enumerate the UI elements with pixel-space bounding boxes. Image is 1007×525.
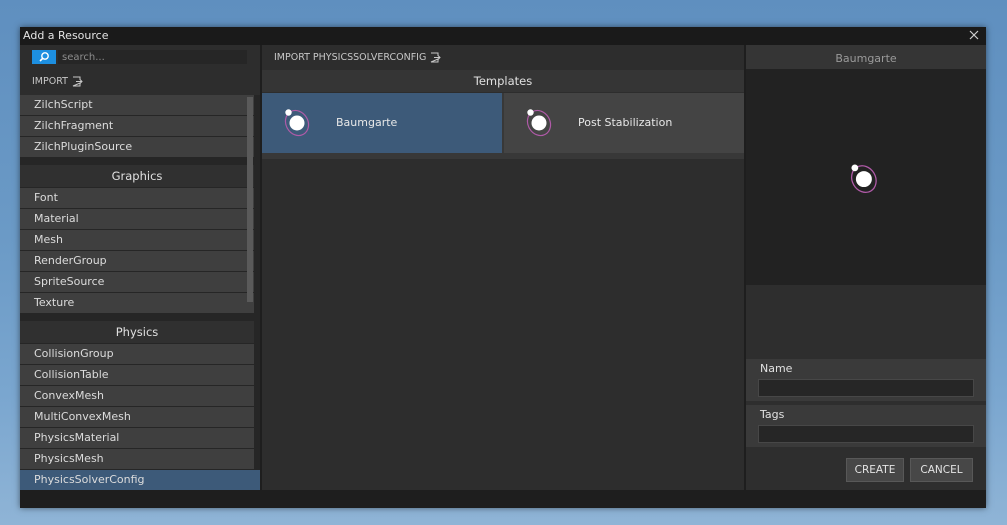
- list-item-selected[interactable]: PhysicsSolverConfig: [20, 470, 260, 490]
- search-input[interactable]: [58, 50, 247, 64]
- list-item[interactable]: ZilchFragment: [20, 116, 254, 136]
- list-item[interactable]: Material: [20, 209, 254, 229]
- tags-field-group: Tags: [746, 405, 986, 447]
- add-resource-dialog: Add a Resource IMPORT ZilchScript Zi: [20, 27, 986, 508]
- template-baumgarte[interactable]: Baumgarte: [262, 93, 502, 153]
- search-icon: [39, 52, 49, 62]
- name-label: Name: [760, 362, 793, 375]
- preview-panel: Baumgarte Name Tags CREATE CANCEL: [746, 45, 986, 490]
- list-item[interactable]: MultiConvexMesh: [20, 407, 254, 427]
- list-item[interactable]: ZilchPluginSource: [20, 137, 254, 157]
- template-label: Post Stabilization: [578, 116, 673, 129]
- list-item[interactable]: CollisionTable: [20, 365, 254, 385]
- preview-area: [746, 69, 986, 285]
- list-scrollbar[interactable]: [247, 97, 253, 302]
- list-item[interactable]: ConvexMesh: [20, 386, 254, 406]
- search-row: [32, 50, 247, 64]
- title-bar[interactable]: Add a Resource: [20, 27, 986, 45]
- group-header-physics: Physics: [20, 321, 254, 343]
- resource-type-panel: IMPORT ZilchScript ZilchFragment ZilchPl…: [20, 45, 260, 490]
- import-icon: [431, 52, 442, 62]
- preview-title: Baumgarte: [746, 45, 986, 69]
- list-item[interactable]: PhysicsMesh: [20, 449, 254, 469]
- import-type-button[interactable]: IMPORT PHYSICSSOLVERCONFIG: [274, 50, 442, 64]
- list-item[interactable]: Mesh: [20, 230, 254, 250]
- physics-orbit-icon: [526, 109, 552, 137]
- import-icon: [72, 76, 83, 86]
- import-button[interactable]: IMPORT: [32, 74, 83, 88]
- list-item[interactable]: PhysicsMaterial: [20, 428, 254, 448]
- name-input[interactable]: [758, 379, 974, 397]
- list-item[interactable]: CollisionGroup: [20, 344, 254, 364]
- template-label: Baumgarte: [336, 116, 398, 129]
- physics-orbit-icon: [850, 164, 877, 194]
- name-field-group: Name: [746, 359, 986, 401]
- list-item[interactable]: SpriteSource: [20, 272, 254, 292]
- resource-type-list: ZilchScript ZilchFragment ZilchPluginSou…: [20, 95, 260, 490]
- window-title: Add a Resource: [23, 29, 109, 42]
- list-item[interactable]: Font: [20, 188, 254, 208]
- template-post-stabilization[interactable]: Post Stabilization: [504, 93, 744, 153]
- list-item[interactable]: RenderGroup: [20, 251, 254, 271]
- import-type-label: IMPORT PHYSICSSOLVERCONFIG: [274, 51, 427, 63]
- tags-input[interactable]: [758, 425, 974, 443]
- cancel-button[interactable]: CANCEL: [910, 458, 973, 482]
- import-label: IMPORT: [32, 75, 68, 87]
- create-button[interactable]: CREATE: [846, 458, 904, 482]
- physics-orbit-icon: [284, 109, 310, 137]
- search-button[interactable]: [32, 50, 56, 64]
- templates-panel: IMPORT PHYSICSSOLVERCONFIG Templates Bau…: [262, 45, 744, 490]
- group-header-graphics: Graphics: [20, 165, 254, 187]
- list-item[interactable]: ZilchScript: [20, 95, 254, 115]
- list-item[interactable]: Texture: [20, 293, 254, 313]
- templates-header: Templates: [262, 70, 744, 92]
- template-grid: Baumgarte Post Stabilization: [262, 93, 744, 159]
- close-icon[interactable]: [967, 28, 981, 42]
- tags-label: Tags: [760, 408, 785, 421]
